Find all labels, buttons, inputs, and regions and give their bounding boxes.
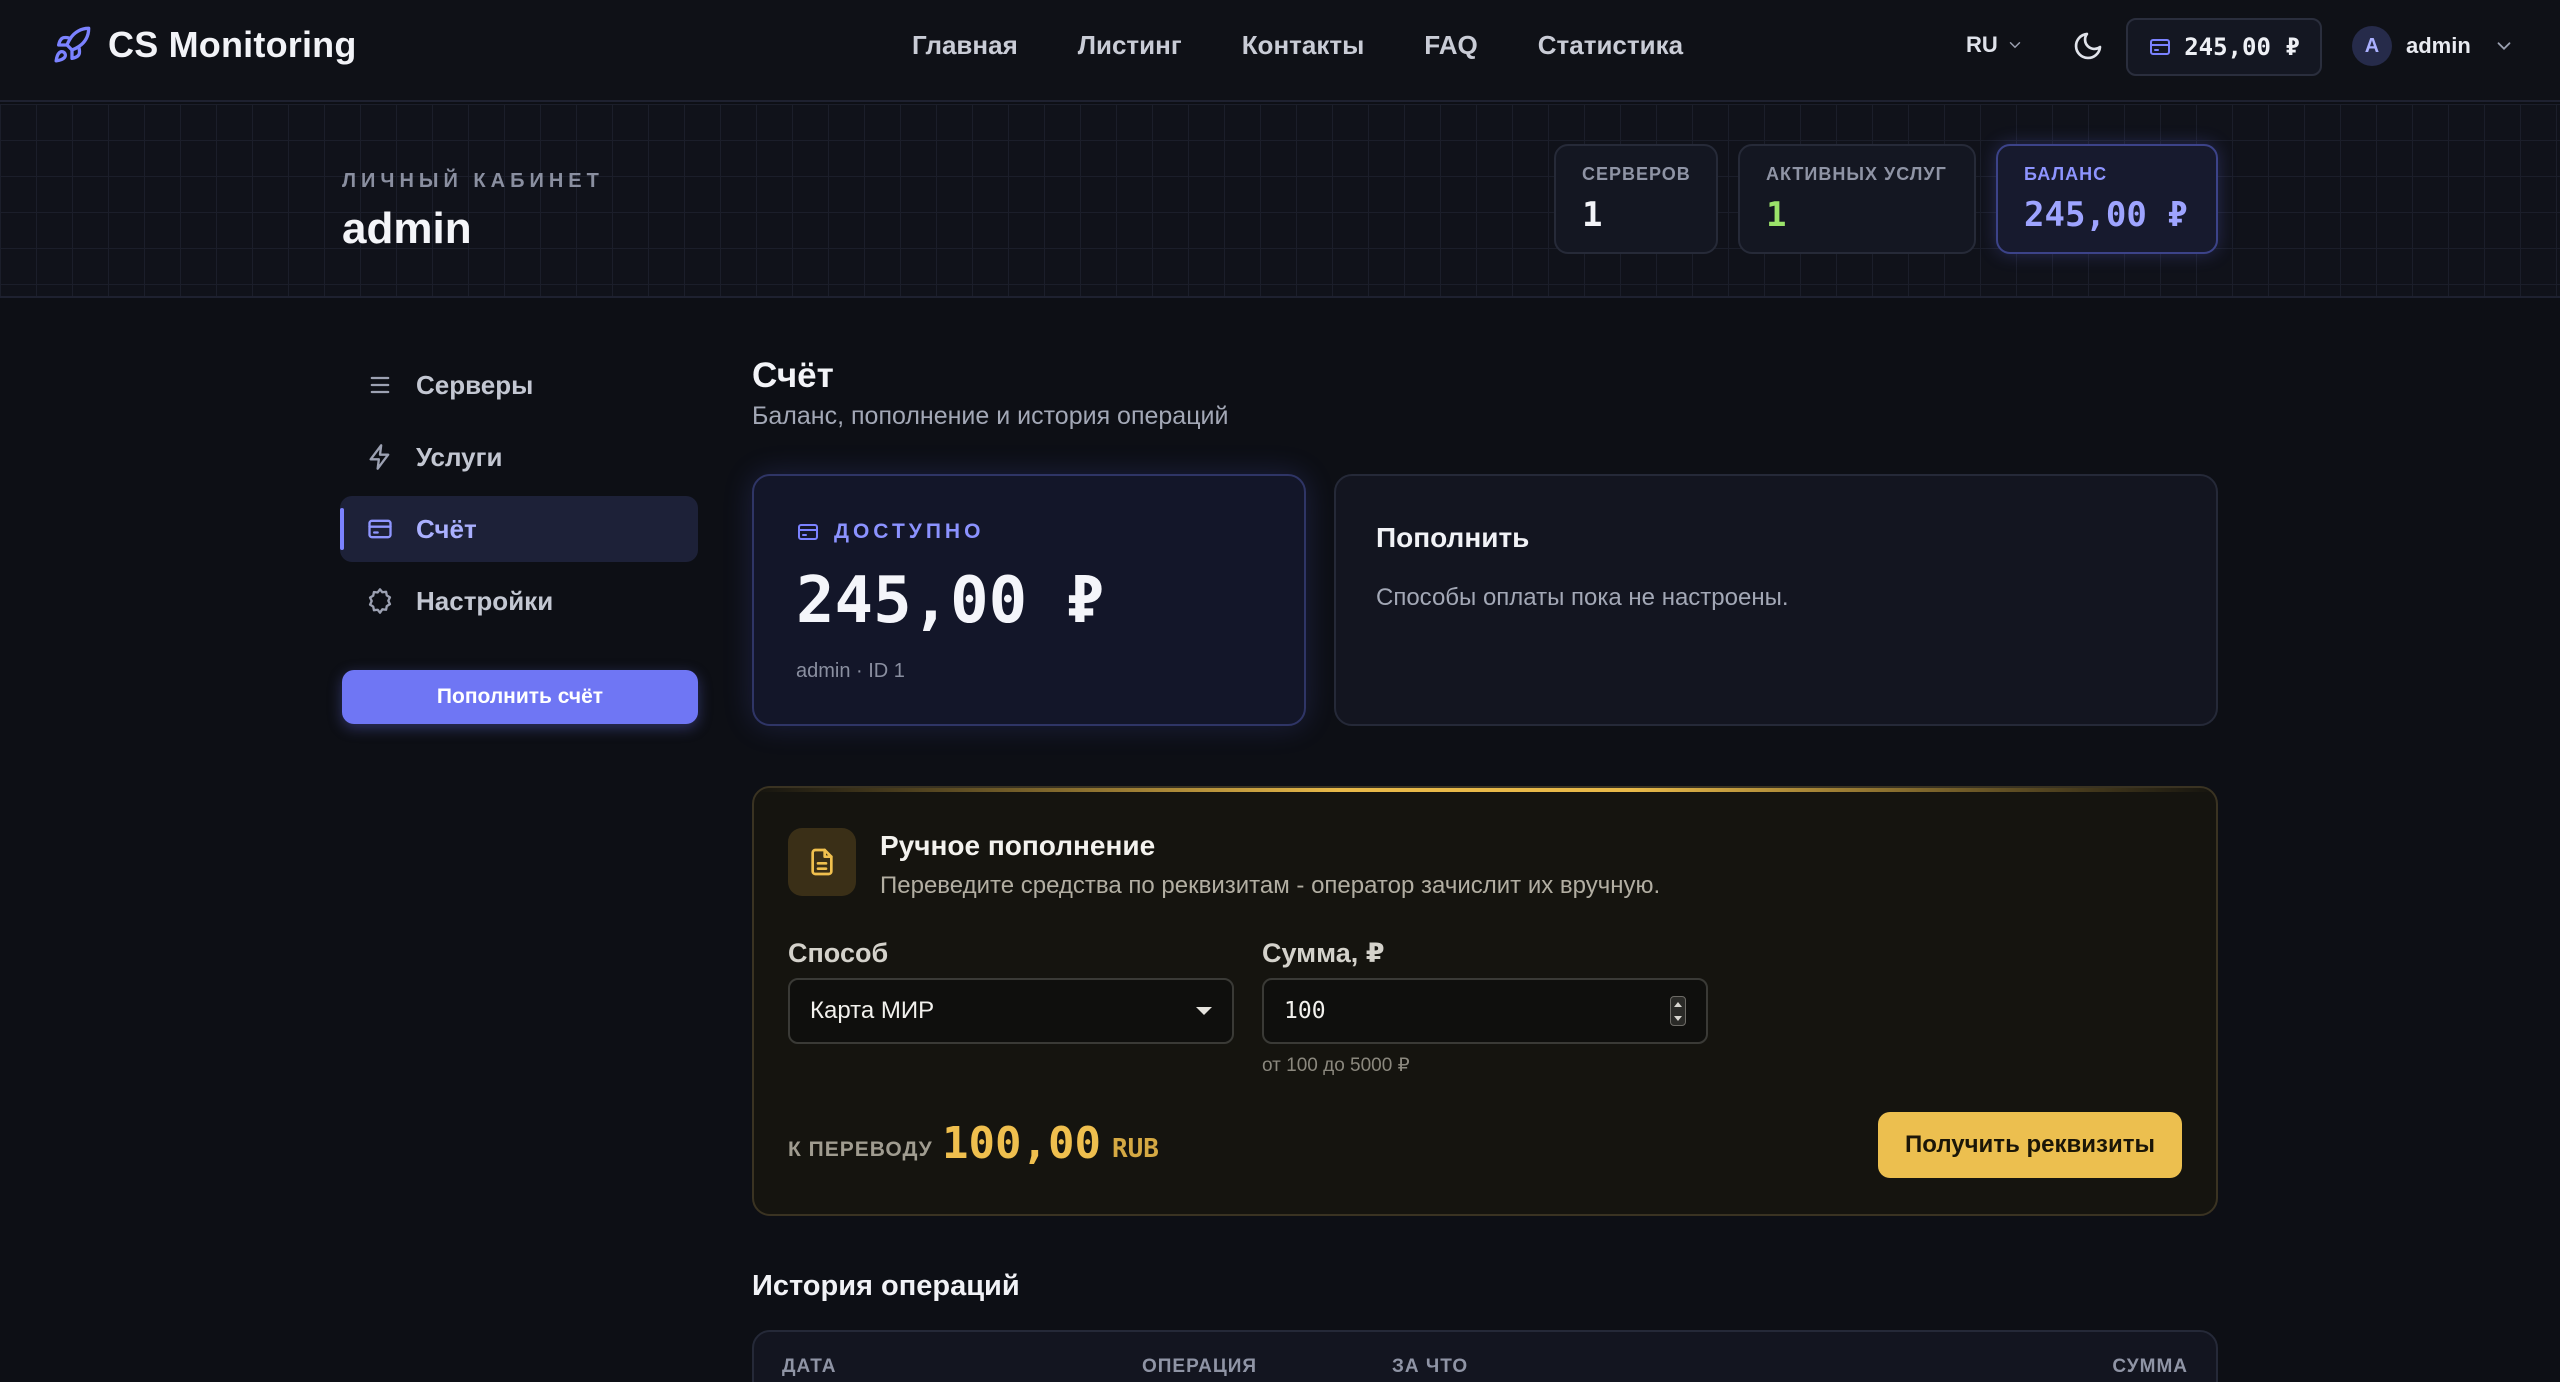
- gear-icon: [368, 588, 392, 614]
- rocket-icon: [54, 26, 91, 63]
- available-amount: 245,00 ₽: [796, 564, 1105, 638]
- stat-label: БАЛАНС: [2024, 164, 2108, 184]
- stat-value: 245,00 ₽: [2024, 195, 2188, 235]
- nav-link-listing[interactable]: Листинг: [1078, 30, 1182, 61]
- document-icon: [788, 828, 856, 896]
- manual-topup-subtitle: Переведите средства по реквизитам - опер…: [880, 872, 1661, 899]
- transfer-label: К ПЕРЕВОДУ: [788, 1138, 933, 1161]
- sidebar-item-services[interactable]: Услуги: [340, 424, 698, 490]
- caret-down-icon: [1196, 1007, 1212, 1015]
- chevron-down-icon: [2497, 42, 2511, 51]
- list-icon: [370, 376, 390, 394]
- header-balance-value: 245,00 ₽: [2184, 33, 2300, 61]
- column-header-reason[interactable]: ЗА ЧТО: [1392, 1356, 1468, 1378]
- moon-icon[interactable]: [2072, 30, 2104, 62]
- nav-link-statistics[interactable]: Статистика: [1538, 30, 1683, 61]
- available-meta: admin · ID 1: [796, 660, 905, 682]
- bolt-icon: [369, 444, 390, 470]
- history-title: История операций: [752, 1270, 1020, 1302]
- stat-servers: СЕРВЕРОВ 1: [1554, 144, 1718, 254]
- page-title: Счёт: [752, 356, 834, 395]
- nav-link-faq[interactable]: FAQ: [1424, 30, 1477, 61]
- user-menu[interactable]: A admin: [2352, 26, 2515, 66]
- stat-value: 1: [1766, 195, 1787, 235]
- brand-name: CS Monitoring: [108, 24, 357, 65]
- user-name: admin: [2406, 33, 2471, 58]
- sidebar-item-account[interactable]: Счёт: [340, 496, 698, 562]
- nav-link-contacts[interactable]: Контакты: [1242, 30, 1365, 61]
- available-balance-card: ДОСТУПНО 245,00 ₽ admin · ID 1: [752, 474, 1306, 726]
- column-header-amount[interactable]: СУММА: [2112, 1356, 2188, 1378]
- card-icon: [2150, 39, 2171, 55]
- language-code: RU: [1966, 32, 1998, 57]
- sidebar-item-servers[interactable]: Серверы: [340, 352, 698, 418]
- stat-value: 1: [1582, 195, 1603, 235]
- available-label-text: ДОСТУПНО: [834, 520, 985, 543]
- payment-method-value: Карта МИР: [810, 997, 935, 1024]
- column-header-date[interactable]: ДАТА: [782, 1356, 836, 1378]
- manual-topup-card: Ручное пополнение Переведите средства по…: [752, 786, 2218, 1216]
- topup-account-button[interactable]: Пополнить счёт: [342, 670, 698, 724]
- chevron-down-icon: [2009, 42, 2021, 49]
- top-navbar: CS Monitoring Главная Листинг Контакты F…: [0, 0, 2560, 102]
- main-nav: Главная Листинг Контакты FAQ Статистика: [912, 30, 1683, 61]
- topup-title: Пополнить: [1376, 522, 1530, 553]
- sidebar-item-label: Услуги: [416, 441, 503, 472]
- sidebar-item-label: Счёт: [416, 513, 477, 544]
- manual-topup-title: Ручное пополнение: [880, 830, 1156, 861]
- available-label: ДОСТУПНО: [796, 520, 984, 544]
- payment-method-select[interactable]: Карта МИР: [788, 978, 1234, 1044]
- column-header-operation[interactable]: ОПЕРАЦИЯ: [1142, 1356, 1257, 1378]
- get-requisites-button[interactable]: Получить реквизиты: [1878, 1112, 2182, 1178]
- avatar: A: [2352, 26, 2392, 66]
- method-label: Способ: [788, 938, 889, 968]
- sidebar-item-label: Серверы: [416, 369, 534, 400]
- card-icon: [368, 519, 392, 539]
- card-icon: [798, 524, 818, 540]
- page-subtitle: Баланс, пополнение и история операций: [752, 402, 1229, 430]
- language-selector[interactable]: RU: [1966, 32, 2024, 58]
- sidebar-item-label: Настройки: [416, 585, 554, 616]
- transfer-amount: 100,00: [942, 1118, 1101, 1169]
- amount-input[interactable]: 100: [1262, 978, 1708, 1044]
- account-kicker: ЛИЧНЫЙ КАБИНЕТ: [342, 170, 604, 192]
- topup-text: Способы оплаты пока не настроены.: [1376, 584, 1789, 611]
- amount-input-value: 100: [1284, 998, 1326, 1024]
- number-stepper[interactable]: [1670, 996, 1686, 1026]
- amount-range-hint: от 100 до 5000 ₽: [1262, 1055, 1410, 1076]
- header-balance-button[interactable]: 245,00 ₽: [2126, 18, 2322, 76]
- stat-label: СЕРВЕРОВ: [1582, 164, 1691, 184]
- topup-card: Пополнить Способы оплаты пока не настрое…: [1334, 474, 2218, 726]
- transfer-currency: RUB: [1112, 1134, 1159, 1164]
- brand-logo[interactable]: CS Monitoring: [52, 24, 357, 66]
- amount-label: Сумма, ₽: [1262, 938, 1385, 968]
- nav-link-home[interactable]: Главная: [912, 30, 1018, 61]
- sidebar-item-settings[interactable]: Настройки: [340, 568, 698, 634]
- stat-balance: БАЛАНС 245,00 ₽: [1996, 144, 2218, 254]
- stat-label: АКТИВНЫХ УСЛУГ: [1766, 164, 1947, 184]
- stat-active-services: АКТИВНЫХ УСЛУГ 1: [1738, 144, 1976, 254]
- history-table: ДАТА ОПЕРАЦИЯ ЗА ЧТО СУММА: [752, 1330, 2218, 1382]
- account-title: admin: [342, 204, 472, 253]
